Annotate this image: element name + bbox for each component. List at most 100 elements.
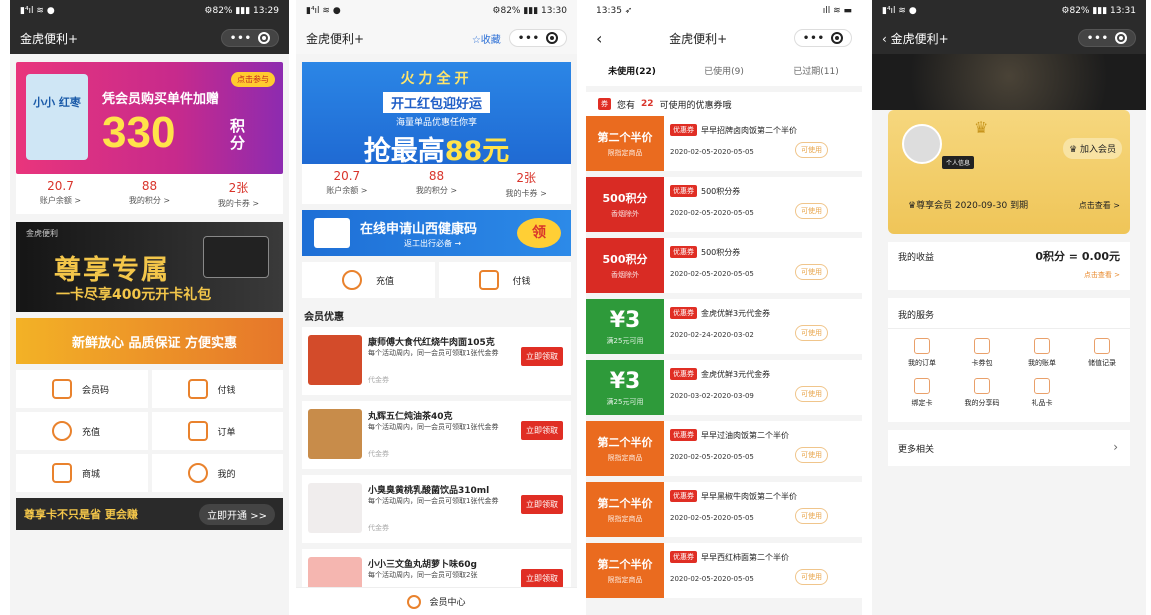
chart-icon xyxy=(1094,338,1110,354)
claim-coupon-button[interactable]: 立即领取 xyxy=(521,421,563,440)
join-tag[interactable]: 点击参与 xyxy=(231,72,275,87)
more-icon[interactable]: ••• xyxy=(518,33,540,44)
tab-unused[interactable]: 未使用(22) xyxy=(586,64,678,77)
claim-button[interactable]: 领 xyxy=(517,218,561,248)
orders-button[interactable]: 订单 xyxy=(151,412,283,450)
mini-program-capsule[interactable]: ••• xyxy=(220,29,279,47)
service-bills[interactable]: 我的账单 xyxy=(1014,338,1070,368)
stat-coupons[interactable]: 2张 我的卡券 > xyxy=(194,179,283,209)
stat-balance[interactable]: 20.7 账户余额 > xyxy=(16,179,105,209)
income-details-link[interactable]: 点击查看 > xyxy=(1084,270,1120,280)
ticket-face: 第二个半价 限指定商品 xyxy=(586,116,664,171)
service-share-code[interactable]: 我的分享码 xyxy=(954,378,1010,408)
status-bar: ▮⁴ıl ≋ ● ⚙82% ▮▮▮ 13:31 xyxy=(872,0,1146,22)
use-coupon-button[interactable]: 可使用 xyxy=(795,508,828,524)
stat-coupons[interactable]: 2张 我的卡券 > xyxy=(481,169,571,199)
coupon-ticket[interactable]: ¥3 满25元可用 优惠券 金虎优鲜3元代金券 2020-02-24-2020-03-0… xyxy=(586,299,862,354)
open-membership-bar[interactable]: 尊享卡不只是省 更会赚 立即开通 >> xyxy=(16,498,283,530)
join-member-button[interactable]: ♛ 加入会员 xyxy=(1063,138,1122,159)
view-details-link[interactable]: 点击查看 > xyxy=(1079,200,1120,211)
ticket-info: 优惠券 金虎优鲜3元代金券 2020-03-02-2020-03-09 可使用 xyxy=(664,360,862,415)
use-coupon-button[interactable]: 可使用 xyxy=(795,386,828,402)
recharge-button[interactable]: 充值 xyxy=(16,412,148,450)
coupon-ticket[interactable]: 第二个半价 限指定商品 优惠券 早早过油肉饭第二个半价 2020-02-05-2020-… xyxy=(586,421,862,476)
ticket-face: 500积分 香烟除外 xyxy=(586,238,664,293)
coupon-ticket[interactable]: ¥3 满25元可用 优惠券 金虎优鲜3元代金券 2020-03-02-2020-03-0… xyxy=(586,360,862,415)
profile-tag[interactable]: 个人信息 xyxy=(942,156,975,169)
premium-banner[interactable]: 金虎便利 尊享专属 一卡尽享400元开卡礼包 xyxy=(16,222,283,312)
close-icon[interactable] xyxy=(546,32,558,44)
ticket-face: 500积分 香烟除外 xyxy=(586,177,664,232)
more-icon[interactable]: ••• xyxy=(1087,33,1109,44)
claim-coupon-button[interactable]: 立即领取 xyxy=(521,569,563,588)
coupon-ticket[interactable]: 第二个半价 限指定商品 优惠券 早早招牌卤肉饭第二个半价 2020-02-05-2020… xyxy=(586,116,862,171)
mini-program-capsule[interactable]: ••• xyxy=(508,29,567,47)
mini-program-capsule[interactable]: ••• xyxy=(1077,29,1136,47)
favorite-button[interactable]: ☆收藏 xyxy=(472,31,501,46)
use-coupon-button[interactable]: 可使用 xyxy=(795,264,828,280)
ticket-face: 第二个半价 限指定商品 xyxy=(586,482,664,537)
service-bind-card[interactable]: 绑定卡 xyxy=(894,378,950,408)
status-left: 13:35 ➶ xyxy=(596,6,633,16)
mall-button[interactable]: 商城 xyxy=(16,454,148,492)
member-center-tab[interactable]: 会员中心 xyxy=(296,587,577,615)
coupon-type: 代金券 xyxy=(368,524,389,532)
banner-points: 330 xyxy=(102,108,176,157)
open-now-button[interactable]: 立即开通 >> xyxy=(199,503,275,525)
use-coupon-button[interactable]: 可使用 xyxy=(795,325,828,341)
back-icon[interactable]: ‹ xyxy=(596,29,602,48)
service-label: 我的订单 xyxy=(908,359,936,367)
status-bar: ▮⁴ıl ≋ ● ⚙82% ▮▮▮ 13:30 xyxy=(296,0,577,22)
tab-expired[interactable]: 已过期(11) xyxy=(770,64,862,77)
stat-value: 88 xyxy=(141,179,158,193)
use-coupon-button[interactable]: 可使用 xyxy=(795,569,828,585)
pay-button[interactable]: 付钱 xyxy=(151,370,283,408)
recharge-button[interactable]: 充值 xyxy=(302,262,435,298)
stat-balance[interactable]: 20.7 账户余额 > xyxy=(302,169,392,199)
ticket-validity: 2020-02-05-2020-05-05 xyxy=(670,575,754,583)
member-code-button[interactable]: 会员码 xyxy=(16,370,148,408)
more-icon[interactable]: ••• xyxy=(803,33,825,44)
headline-prefix: 抢最高 xyxy=(363,136,445,164)
close-icon[interactable] xyxy=(258,32,270,44)
mine-button[interactable]: 我的 xyxy=(151,454,283,492)
use-coupon-button[interactable]: 可使用 xyxy=(795,447,828,463)
service-recharge-records[interactable]: 储值记录 xyxy=(1074,338,1130,368)
pay-button[interactable]: 付钱 xyxy=(438,262,571,298)
claim-coupon-button[interactable]: 立即领取 xyxy=(521,347,563,366)
promo-banner[interactable]: 小小 红枣 点击参与 凭会员购买单件加赠 330 积分 xyxy=(16,62,283,174)
service-coupons[interactable]: 卡券包 xyxy=(954,338,1010,368)
stat-points[interactable]: 88 我的积分 > xyxy=(392,169,482,199)
money-bag-icon xyxy=(342,270,362,290)
stat-points[interactable]: 88 我的积分 > xyxy=(105,179,194,209)
claim-coupon-button[interactable]: 立即领取 xyxy=(521,495,563,514)
service-label: 卡券包 xyxy=(971,359,993,367)
avatar[interactable] xyxy=(902,124,942,164)
page-title: 金虎便利+ xyxy=(669,31,728,46)
service-gift-card[interactable]: 礼品卡 xyxy=(1014,378,1070,408)
page-title[interactable]: ‹ 金虎便利+ xyxy=(882,30,949,47)
coupon-ticket[interactable]: 第二个半价 限指定商品 优惠券 早早西红柿面第二个半价 2020-02-05-2020-… xyxy=(586,543,862,598)
action-label: 充值 xyxy=(376,276,395,287)
stat-value: 20.7 xyxy=(47,179,74,193)
close-icon[interactable] xyxy=(1115,32,1127,44)
ticket-condition: 香烟除外 xyxy=(611,210,639,218)
mini-program-capsule[interactable]: ••• xyxy=(793,29,852,47)
promo-banner[interactable]: 火力全开 开工红包迎好运 海量单品优惠任你享 抢最高88元 xyxy=(302,62,571,164)
coupon-ticket[interactable]: 500积分 香烟除外 优惠券 500积分券 2020-02-05-2020-05-05 可… xyxy=(586,238,862,293)
use-coupon-button[interactable]: 可使用 xyxy=(795,142,828,158)
service-orders[interactable]: 我的订单 xyxy=(894,338,950,368)
tab-used[interactable]: 已使用(9) xyxy=(678,64,770,77)
health-code-banner[interactable]: 在线申请山西健康码 返工出行必备 → 领 xyxy=(302,210,571,256)
coupon-title: 康师傅大食代红烧牛肉面105克 xyxy=(368,338,495,348)
coupon-ticket[interactable]: 第二个半价 限指定商品 优惠券 早早黑椒牛肉饭第二个半价 2020-02-05-2020… xyxy=(586,482,862,537)
use-coupon-button[interactable]: 可使用 xyxy=(795,203,828,219)
more-related-row[interactable]: 更多相关 › xyxy=(888,430,1130,466)
cart-icon xyxy=(52,463,72,483)
coupon-ticket[interactable]: 500积分 香烟除外 优惠券 500积分券 2020-02-05-2020-05-05 可… xyxy=(586,177,862,232)
ticket-face: 第二个半价 限指定商品 xyxy=(586,543,664,598)
service-label: 礼品卡 xyxy=(1031,399,1053,407)
close-icon[interactable] xyxy=(831,32,843,44)
grocery-banner[interactable]: 新鲜放心 品质保证 方便实惠 xyxy=(16,318,283,364)
more-icon[interactable]: ••• xyxy=(230,33,252,44)
